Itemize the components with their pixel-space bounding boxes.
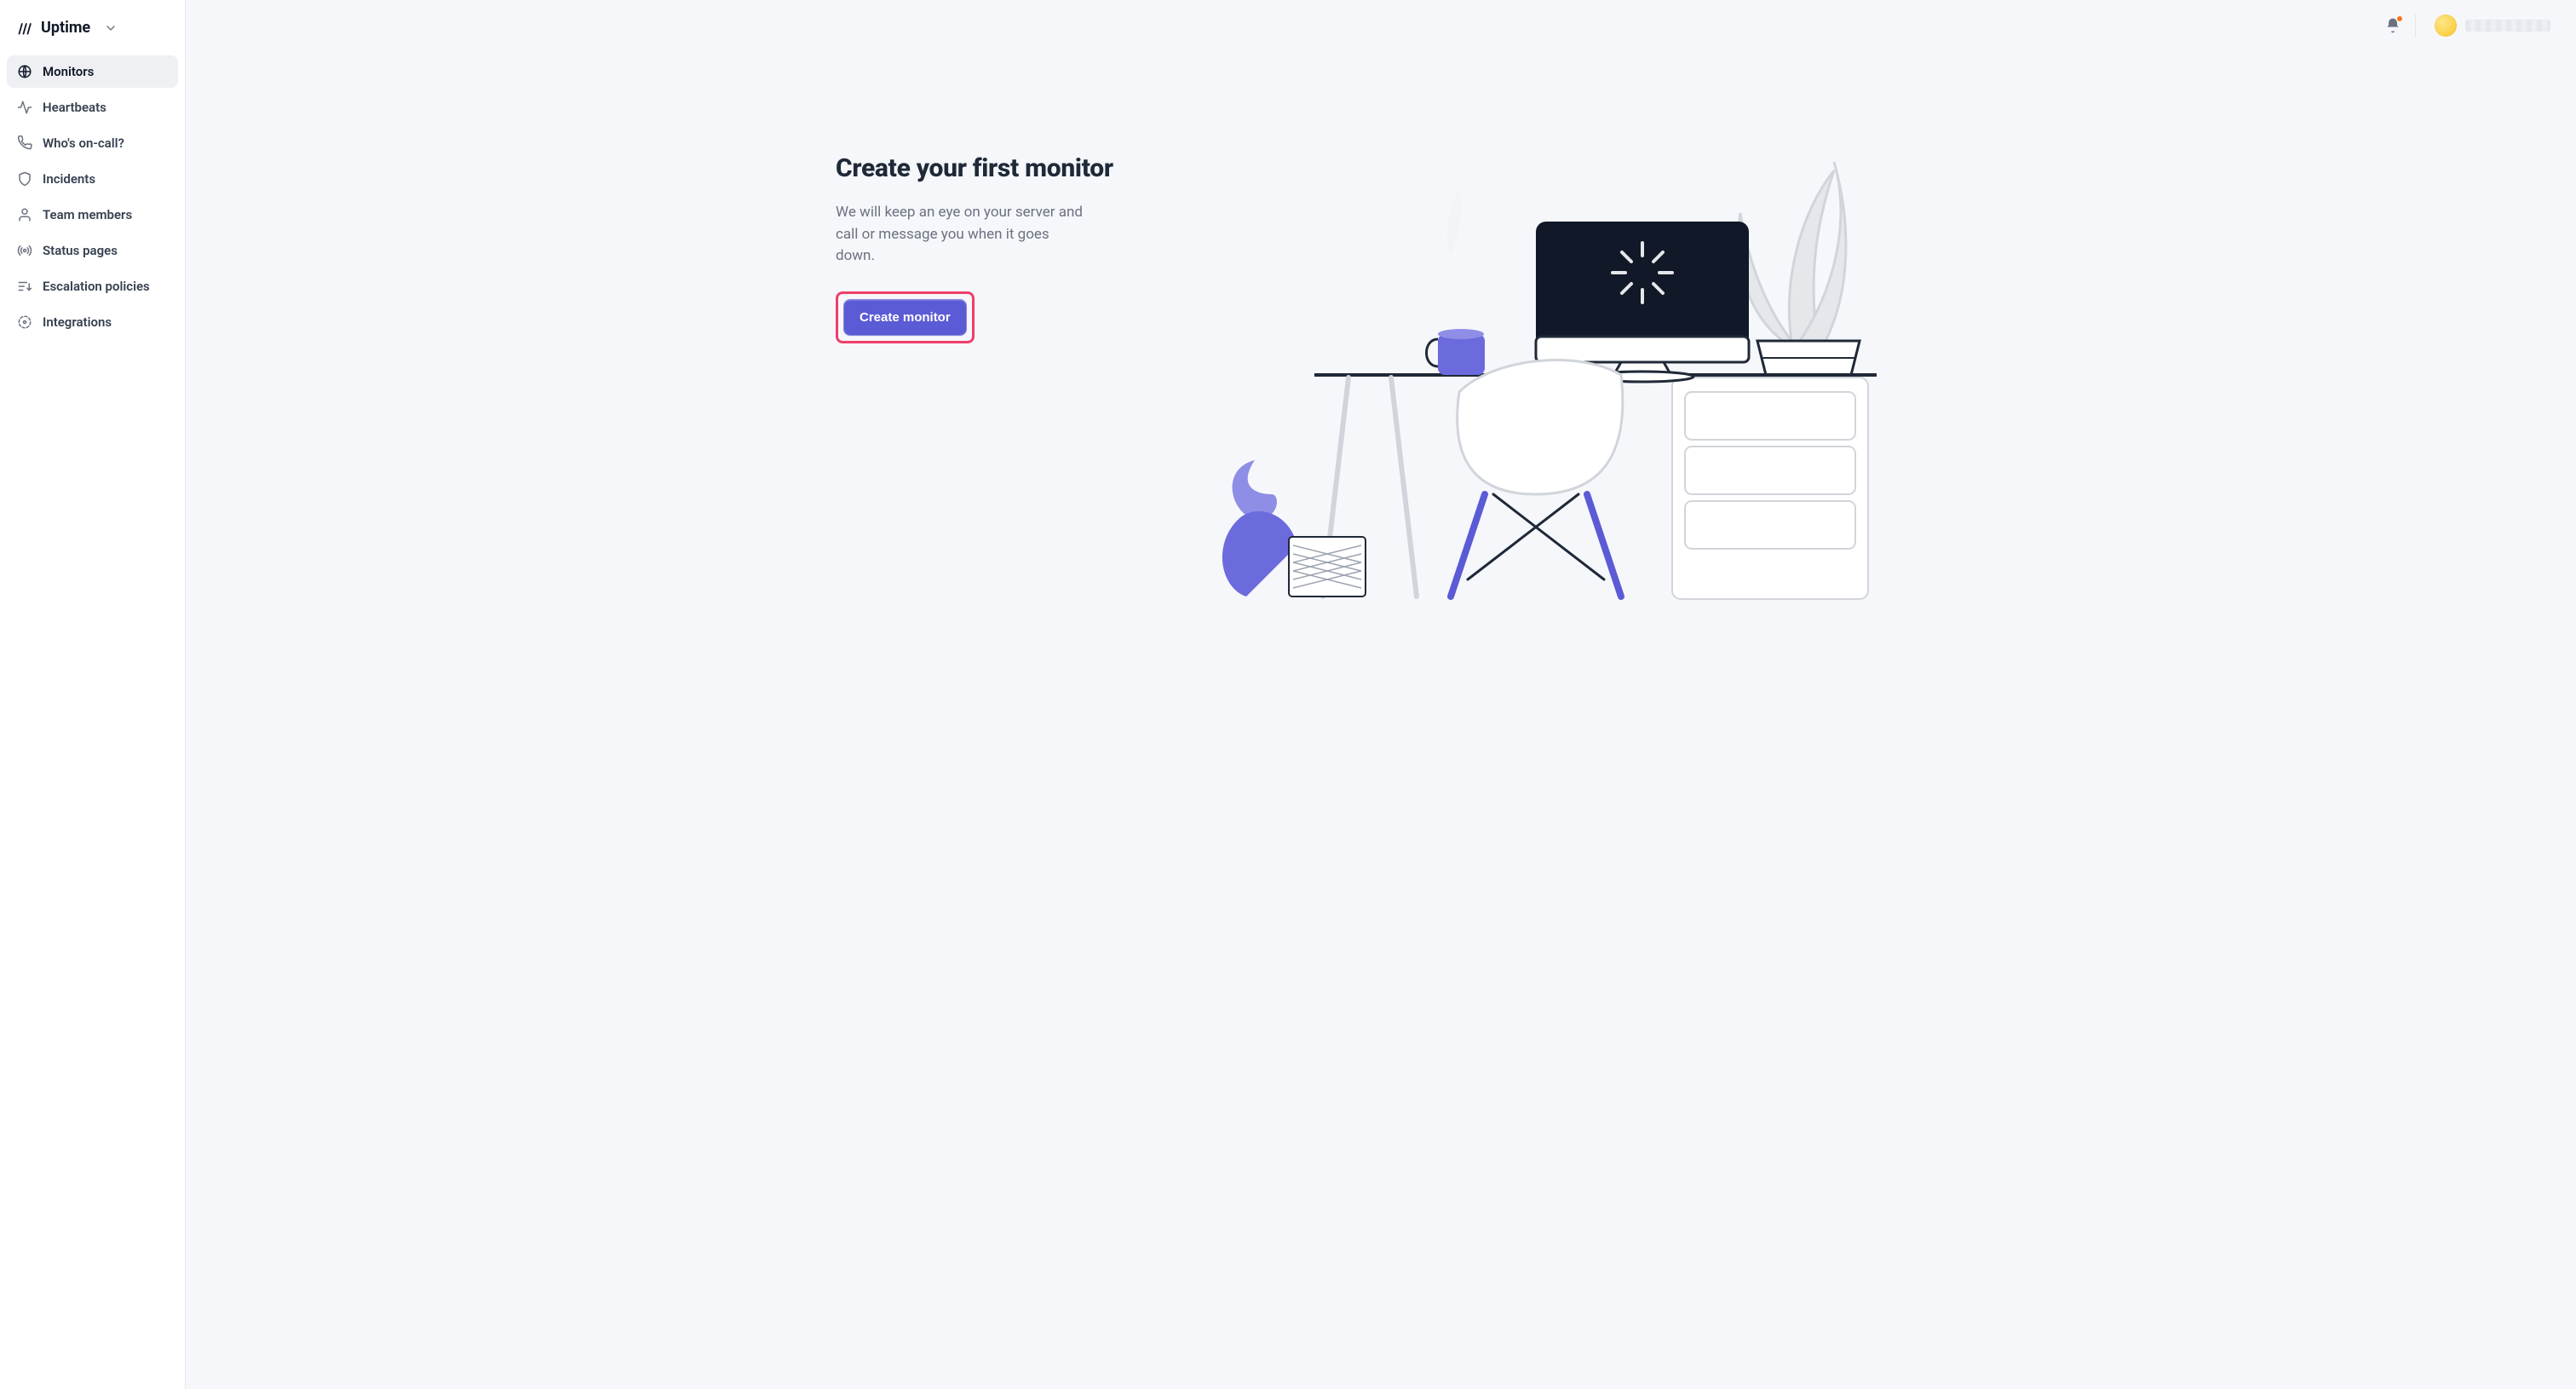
chevron-down-icon (104, 21, 118, 35)
activity-icon (17, 100, 32, 115)
page-description: We will keep an eye on your server and c… (836, 202, 1091, 268)
create-monitor-button[interactable]: Create monitor (843, 299, 967, 336)
avatar (2435, 14, 2457, 37)
user-name-redacted (2465, 20, 2550, 32)
sidebar: Uptime Monitors Heartbeats (0, 0, 186, 1389)
sidebar-item-integrations[interactable]: Integrations (7, 306, 178, 338)
content: Create your first monitor We will keep a… (186, 51, 2576, 1389)
page-title: Create your first monitor (836, 153, 1142, 183)
sidebar-item-team[interactable]: Team members (7, 199, 178, 231)
list-sort-icon (17, 279, 32, 294)
topbar (186, 0, 2576, 51)
sidebar-item-incidents[interactable]: Incidents (7, 163, 178, 195)
empty-state-illustration (1163, 119, 1926, 614)
sidebar-item-label: Integrations (43, 314, 112, 330)
notification-dot-icon (2396, 15, 2403, 22)
user-icon (17, 207, 32, 222)
sidebar-item-label: Heartbeats (43, 100, 106, 115)
empty-state: Create your first monitor We will keep a… (836, 119, 1926, 614)
sidebar-item-label: Monitors (43, 64, 94, 79)
shield-icon (17, 171, 32, 187)
sidebar-item-label: Incidents (43, 171, 95, 187)
app-root: Uptime Monitors Heartbeats (0, 0, 2576, 1389)
puzzle-icon (17, 314, 32, 330)
sidebar-item-label: Team members (43, 207, 132, 222)
sidebar-item-status-pages[interactable]: Status pages (7, 234, 178, 267)
sidebar-item-on-call[interactable]: Who's on-call? (7, 127, 178, 159)
sidebar-item-escalation[interactable]: Escalation policies (7, 270, 178, 303)
notifications-button[interactable] (2384, 17, 2401, 34)
sidebar-item-label: Escalation policies (43, 279, 150, 294)
cta-highlight: Create monitor (836, 291, 975, 343)
brand-logo-icon (17, 20, 34, 37)
empty-state-copy: Create your first monitor We will keep a… (836, 119, 1142, 614)
broadcast-icon (17, 243, 32, 258)
user-menu[interactable] (2429, 11, 2556, 40)
divider (2415, 14, 2416, 37)
brand-name: Uptime (41, 19, 90, 37)
sidebar-item-monitors[interactable]: Monitors (7, 55, 178, 88)
globe-icon (17, 64, 32, 79)
sidebar-item-label: Status pages (43, 243, 118, 258)
phone-icon (17, 135, 32, 151)
sidebar-item-heartbeats[interactable]: Heartbeats (7, 91, 178, 124)
brand-switcher[interactable]: Uptime (7, 10, 178, 52)
sidebar-item-label: Who's on-call? (43, 135, 124, 151)
main: Create your first monitor We will keep a… (186, 0, 2576, 1389)
sidebar-nav: Monitors Heartbeats Who's on-call? Incid… (7, 55, 178, 338)
